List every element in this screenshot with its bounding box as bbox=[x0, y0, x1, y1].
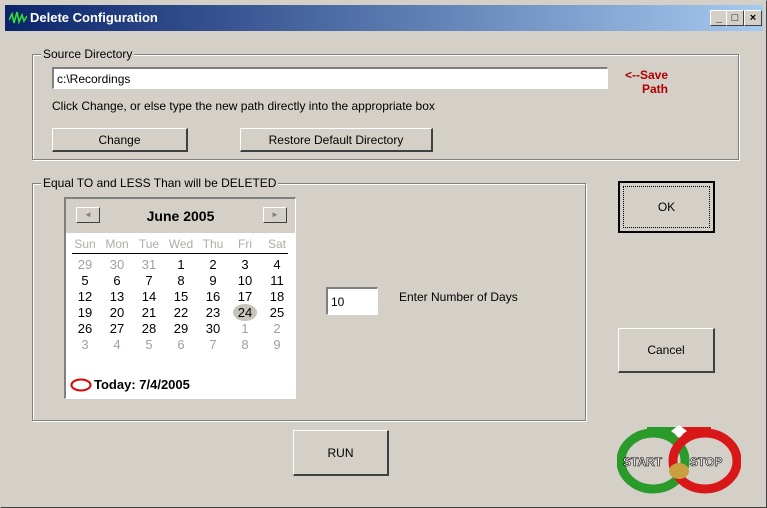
calendar-separator bbox=[72, 253, 288, 254]
source-directory-legend: Source Directory bbox=[41, 47, 135, 61]
calendar-day[interactable]: 29 bbox=[165, 321, 197, 337]
calendar-day[interactable]: 24 bbox=[229, 304, 261, 321]
calendar-day[interactable]: 9 bbox=[261, 337, 293, 353]
start-stop-logo: START STOP bbox=[617, 425, 741, 494]
delete-threshold-legend: Equal TO and LESS Than will be DELETED bbox=[41, 176, 279, 190]
days-input[interactable] bbox=[326, 287, 378, 315]
calendar-today-link[interactable]: Today: 7/4/2005 bbox=[70, 377, 190, 392]
today-label: Today: 7/4/2005 bbox=[94, 377, 190, 392]
restore-default-directory-button[interactable]: Restore Default Directory bbox=[240, 128, 433, 152]
calendar-day[interactable]: 20 bbox=[101, 305, 133, 321]
weekday-label: Sun bbox=[74, 237, 96, 251]
save-path-hint: <--Save bbox=[625, 68, 669, 82]
calendar-day[interactable]: 8 bbox=[229, 337, 261, 353]
calendar-day[interactable]: 22 bbox=[165, 305, 197, 321]
calendar-day[interactable]: 26 bbox=[69, 321, 101, 337]
today-circle-icon bbox=[70, 378, 92, 391]
calendar-day[interactable]: 9 bbox=[197, 273, 229, 289]
cancel-button[interactable]: Cancel bbox=[618, 328, 715, 373]
calendar-day[interactable]: 3 bbox=[229, 257, 261, 273]
calendar-day[interactable]: 5 bbox=[69, 273, 101, 289]
delete-configuration-window: Delete Configuration _ □ × Source Direct… bbox=[0, 0, 767, 508]
source-path-input[interactable] bbox=[52, 67, 608, 89]
calendar-day[interactable]: 13 bbox=[101, 289, 133, 305]
calendar-day[interactable]: 30 bbox=[101, 257, 133, 273]
logo-start-text: START bbox=[623, 455, 663, 469]
calendar-day[interactable]: 4 bbox=[261, 257, 293, 273]
title-bar[interactable]: Delete Configuration _ □ × bbox=[5, 5, 763, 31]
weekday-label: Tue bbox=[138, 237, 160, 251]
calendar-day[interactable]: 7 bbox=[197, 337, 229, 353]
calendar-day[interactable]: 16 bbox=[197, 289, 229, 305]
calendar-day[interactable]: 12 bbox=[69, 289, 101, 305]
month-calendar[interactable]: ◄ June 2005 ► Sun Mon Tue Wed Thu Fri Sat 29 30… bbox=[64, 197, 296, 399]
close-button[interactable]: × bbox=[744, 10, 762, 26]
calendar-day[interactable]: 8 bbox=[165, 273, 197, 289]
weekday-label: Wed bbox=[168, 237, 194, 251]
calendar-day[interactable]: 2 bbox=[261, 321, 293, 337]
app-waveform-icon bbox=[9, 11, 27, 25]
change-button[interactable]: Change bbox=[52, 128, 188, 152]
calendar-day[interactable]: 27 bbox=[101, 321, 133, 337]
weekday-label: Sat bbox=[267, 237, 286, 251]
calendar-day[interactable]: 25 bbox=[261, 305, 293, 321]
calendar-day[interactable]: 21 bbox=[133, 305, 165, 321]
calendar-day[interactable]: 11 bbox=[261, 273, 293, 289]
calendar-day[interactable]: 10 bbox=[229, 273, 261, 289]
calendar-day[interactable]: 2 bbox=[197, 257, 229, 273]
calendar-month-title[interactable]: June 2005 bbox=[66, 208, 295, 224]
calendar-day[interactable]: 14 bbox=[133, 289, 165, 305]
calendar-day[interactable]: 7 bbox=[133, 273, 165, 289]
weekday-label: Mon bbox=[105, 237, 129, 251]
calendar-header: ◄ June 2005 ► bbox=[66, 199, 295, 233]
calendar-day[interactable]: 30 bbox=[197, 321, 229, 337]
save-path-hint-line2: Path bbox=[642, 82, 669, 96]
calendar-day[interactable]: 23 bbox=[197, 305, 229, 321]
logo-stop-text: STOP bbox=[690, 455, 722, 469]
restore-default-label: Restore Default Directory bbox=[268, 132, 404, 147]
calendar-day[interactable]: 1 bbox=[229, 321, 261, 337]
calendar-day[interactable]: 15 bbox=[165, 289, 197, 305]
calendar-day[interactable]: 18 bbox=[261, 289, 293, 305]
calendar-day[interactable]: 28 bbox=[133, 321, 165, 337]
calendar-day[interactable]: 31 bbox=[133, 257, 165, 273]
calendar-next-month-button[interactable]: ► bbox=[263, 207, 287, 223]
run-button-label: RUN bbox=[327, 445, 354, 460]
calendar-day[interactable]: 6 bbox=[101, 273, 133, 289]
calendar-day[interactable]: 4 bbox=[101, 337, 133, 353]
ok-button[interactable]: OK bbox=[618, 181, 715, 233]
days-label: Enter Number of Days bbox=[399, 290, 518, 304]
calendar-day[interactable]: 19 bbox=[69, 305, 101, 321]
calendar-day[interactable]: 1 bbox=[165, 257, 197, 273]
calendar-day[interactable]: 17 bbox=[229, 289, 261, 305]
run-button[interactable]: RUN bbox=[293, 430, 389, 476]
maximize-button[interactable]: □ bbox=[726, 10, 744, 26]
ok-focus-rect bbox=[623, 186, 710, 228]
calendar-day[interactable]: 29 bbox=[69, 257, 101, 273]
window-title: Delete Configuration bbox=[30, 10, 158, 25]
weekday-label: Thu bbox=[202, 237, 224, 251]
calendar-day[interactable]: 3 bbox=[69, 337, 101, 353]
calendar-day[interactable]: 6 bbox=[165, 337, 197, 353]
cancel-button-label: Cancel bbox=[647, 343, 685, 357]
weekday-label: Fri bbox=[238, 237, 252, 251]
change-button-label: Change bbox=[98, 132, 141, 147]
path-instructions: Click Change, or else type the new path … bbox=[52, 99, 435, 113]
calendar-day[interactable]: 5 bbox=[133, 337, 165, 353]
